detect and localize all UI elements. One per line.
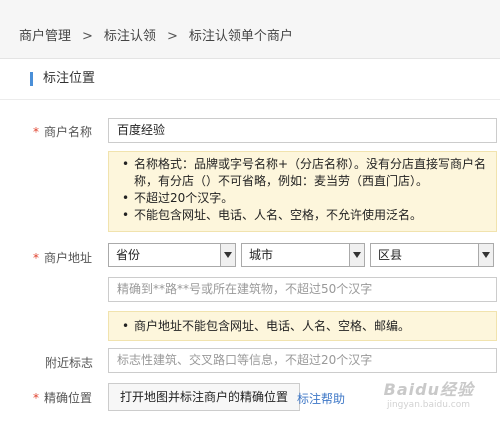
merchant-address-label: * 商户地址 bbox=[33, 249, 92, 266]
location-help-link[interactable]: 标注帮助 bbox=[297, 390, 345, 407]
tip-name-format: 名称格式：品牌或字号名称+（分店名称）。没有分店直接写商户名称，有分店（）不可省… bbox=[122, 156, 488, 190]
required-mark: * bbox=[33, 251, 39, 265]
watermark-url: jingyan.baidu.com bbox=[386, 400, 470, 410]
breadcrumb-claim[interactable]: 标注认领 bbox=[104, 29, 156, 44]
landmark-input[interactable]: 标志性建筑、交叉路口等信息，不超过20个汉字 bbox=[108, 348, 497, 373]
merchant-address-label-text: 商户地址 bbox=[44, 251, 93, 265]
breadcrumb-separator: > bbox=[82, 29, 93, 44]
chevron-down-icon bbox=[478, 244, 493, 266]
breadcrumb: 商户管理 > 标注认领 > 标注认领单个商户 bbox=[19, 25, 293, 44]
top-bar: 商户管理 > 标注认领 > 标注认领单个商户 bbox=[0, 0, 500, 59]
landmark-label: 附近标志 bbox=[45, 356, 94, 370]
section-divider bbox=[0, 99, 500, 100]
required-mark: * bbox=[33, 125, 39, 139]
province-select[interactable]: 省份 bbox=[108, 243, 236, 267]
tip-name-forbidden: 不能包含网址、电话、人名、空格，不允许使用泛名。 bbox=[122, 207, 488, 224]
breadcrumb-current: 标注认领单个商户 bbox=[188, 29, 293, 44]
chevron-down-icon bbox=[220, 244, 235, 266]
merchant-name-label-text: 商户名称 bbox=[44, 125, 93, 139]
address-detail-input[interactable]: 精确到**路**号或所在建筑物，不超过50个汉字 bbox=[108, 277, 497, 302]
section-title: 标注位置 bbox=[30, 72, 95, 86]
precise-location-label: * 精确位置 bbox=[33, 389, 92, 406]
merchant-name-input[interactable]: 百度经验 bbox=[108, 118, 497, 143]
tip-address-forbidden: 商户地址不能包含网址、电话、人名、空格、邮编。 bbox=[122, 318, 488, 335]
city-select-value: 城市 bbox=[249, 248, 274, 262]
required-mark: * bbox=[33, 391, 39, 405]
watermark-logo: Baidu经验 bbox=[383, 380, 474, 399]
precise-location-label-text: 精确位置 bbox=[44, 391, 93, 405]
open-map-button[interactable]: 打开地图并标注商户的精确位置 bbox=[108, 383, 301, 411]
district-select[interactable]: 区县 bbox=[370, 243, 494, 267]
district-select-value: 区县 bbox=[378, 248, 403, 262]
province-select-value: 省份 bbox=[116, 248, 141, 262]
city-select[interactable]: 城市 bbox=[241, 243, 365, 267]
merchant-name-tips: 名称格式：品牌或字号名称+（分店名称）。没有分店直接写商户名称，有分店（）不可省… bbox=[108, 151, 497, 232]
chevron-down-icon bbox=[349, 244, 364, 266]
merchant-address-tips: 商户地址不能包含网址、电话、人名、空格、邮编。 bbox=[108, 311, 497, 341]
merchant-name-label: * 商户名称 bbox=[33, 123, 92, 140]
tip-name-length: 不超过20个汉字。 bbox=[122, 190, 488, 207]
breadcrumb-merchant-management[interactable]: 商户管理 bbox=[19, 29, 71, 44]
breadcrumb-separator: > bbox=[166, 29, 178, 44]
